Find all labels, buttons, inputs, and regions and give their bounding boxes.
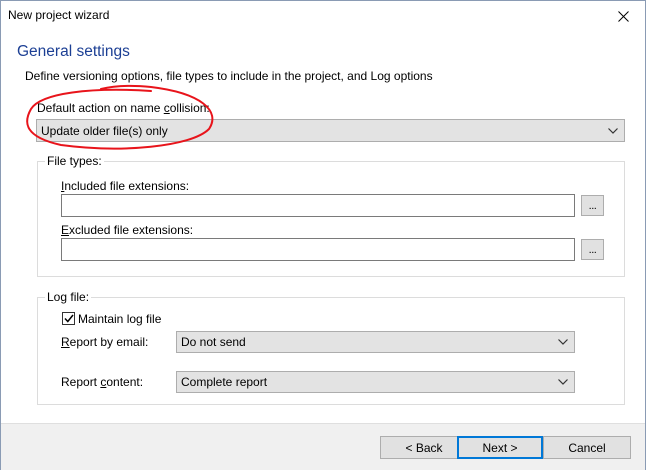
excluded-browse-button[interactable]: ... [581, 239, 604, 260]
page-description: Define versioning options, file types to… [25, 69, 433, 83]
log-file-legend: Log file: [45, 290, 92, 304]
checkmark-icon [63, 314, 74, 323]
excluded-label-mnemonic: E [61, 223, 70, 237]
included-extensions-input[interactable] [61, 194, 575, 217]
collision-dropdown[interactable]: Update older file(s) only [36, 119, 625, 142]
next-button[interactable]: Next > [457, 436, 543, 459]
report-content-label: Report content: [61, 375, 143, 389]
report-email-label: Report by email: [61, 335, 148, 349]
report-email-label-text: eport by email: [69, 335, 149, 349]
report-email-dropdown[interactable]: Do not send [176, 331, 575, 353]
window-title: New project wizard [8, 8, 110, 22]
cancel-button[interactable]: Cancel [543, 436, 631, 459]
report-content-value: Complete report [181, 375, 268, 389]
title-bar: New project wizard [1, 1, 645, 31]
close-button[interactable] [601, 1, 645, 31]
excluded-extensions-input[interactable] [61, 238, 575, 261]
chevron-down-icon [602, 120, 624, 141]
chevron-down-icon [552, 332, 574, 352]
included-label-text: ncluded file extensions: [64, 179, 190, 193]
maintain-log-checkbox[interactable] [62, 312, 75, 325]
report-content-label-text-end: ontent: [106, 375, 144, 389]
collision-label-text-end: ollision: [169, 101, 210, 115]
maintain-log-label[interactable]: Maintain log file [78, 312, 161, 326]
collision-label: Default action on name collision: [37, 101, 210, 115]
wizard-window: New project wizard General settings Defi… [0, 0, 646, 470]
report-email-label-mnemonic: R [61, 335, 70, 349]
report-content-label-text: Report [61, 375, 101, 389]
report-email-value: Do not send [181, 335, 246, 349]
included-browse-button[interactable]: ... [581, 195, 604, 216]
chevron-down-icon [552, 372, 574, 392]
report-content-dropdown[interactable]: Complete report [176, 371, 575, 393]
back-button[interactable]: < Back [380, 436, 468, 459]
wizard-footer: < Back Next > Cancel [1, 423, 645, 470]
close-icon [617, 10, 629, 22]
page-heading: General settings [17, 43, 130, 60]
excluded-label-text: xcluded file extensions: [69, 223, 194, 237]
collision-dropdown-value: Update older file(s) only [41, 123, 168, 138]
included-extensions-label: Included file extensions: [61, 179, 189, 193]
file-types-legend: File types: [45, 154, 104, 168]
excluded-extensions-label: Excluded file extensions: [61, 223, 193, 237]
collision-label-text: Default action on name [37, 101, 164, 115]
